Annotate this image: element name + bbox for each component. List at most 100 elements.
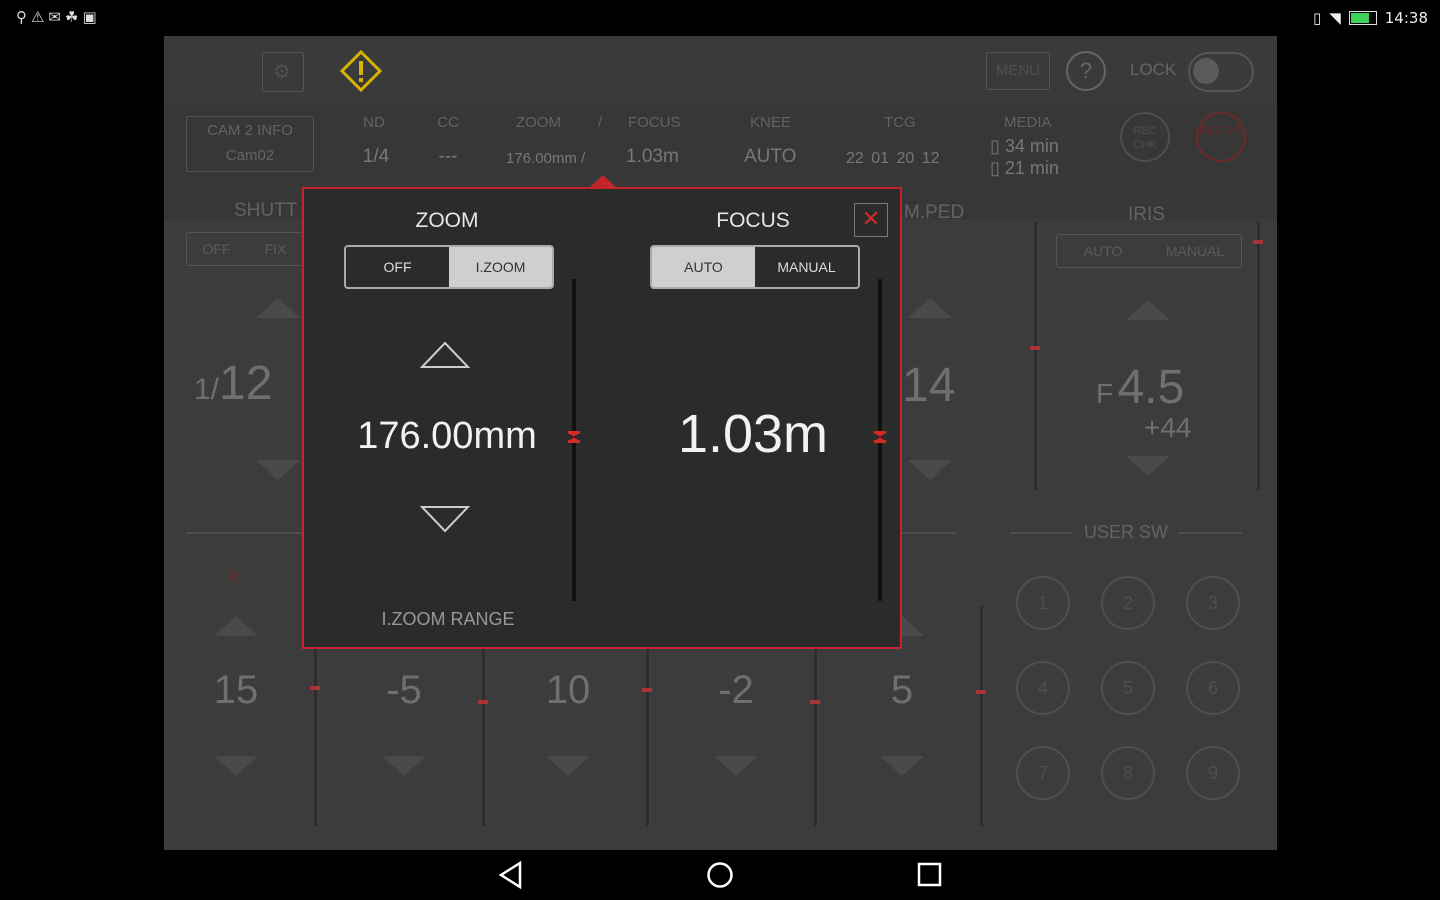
zoom-value: 176.00mm / (506, 150, 586, 167)
rec-check-button[interactable]: REC CHK (1120, 112, 1170, 162)
gain-slider[interactable] (980, 606, 983, 826)
iris-label: IRIS (1128, 204, 1165, 225)
user-sw-button-8[interactable]: 8 (1101, 746, 1155, 800)
iris-auto-option[interactable]: AUTO (1057, 235, 1149, 267)
mped-slider[interactable] (1034, 222, 1037, 490)
media-a: ▯ 34 min (990, 136, 1059, 156)
gain-down-arrow[interactable] (880, 756, 924, 776)
slash-label: / (598, 114, 603, 131)
focus-value: 1.03m (626, 146, 679, 167)
zoom-focus-dialog: ZOOM OFF I.ZOOM 176.00mm I.ZOOM RANGE FO… (302, 187, 902, 649)
gain-slider-thumb[interactable] (642, 688, 652, 692)
nd-label: ND (363, 114, 385, 131)
user-sw-button-2[interactable]: 2 (1101, 576, 1155, 630)
user-sw-button-6[interactable]: 6 (1186, 661, 1240, 715)
iris-slider-thumb[interactable] (1253, 240, 1263, 244)
media-b: ▯ 21 min (990, 158, 1059, 178)
gain-down-arrow[interactable] (382, 756, 426, 776)
vibrate-icon: ▯ (1312, 9, 1322, 27)
shutter-down-arrow[interactable] (256, 460, 300, 480)
user-sw-label: USER SW (1084, 522, 1169, 542)
gain-up-arrow[interactable] (214, 616, 258, 636)
iris-slider[interactable] (1257, 222, 1260, 490)
home-nav-button[interactable] (706, 861, 734, 889)
gain-slider-thumb[interactable] (810, 700, 820, 704)
media-label: MEDIA (1004, 114, 1052, 131)
close-button[interactable]: ✕ (854, 203, 888, 237)
user-sw-button-9[interactable]: 9 (1186, 746, 1240, 800)
cc-label: CC (437, 114, 459, 131)
knee-label: KNEE (750, 114, 791, 131)
cc-value: --- (438, 146, 458, 167)
focus-mode-toggle[interactable]: AUTO MANUAL (650, 245, 860, 289)
zoom-up-arrow[interactable] (420, 341, 470, 369)
recents-nav-button[interactable] (917, 862, 943, 888)
warning-icon[interactable] (340, 50, 382, 92)
divider (902, 532, 956, 534)
lock-label: LOCK (1130, 60, 1177, 79)
user-sw-button-3[interactable]: 3 (1186, 576, 1240, 630)
divider (1010, 532, 1072, 534)
mped-down-arrow[interactable] (908, 460, 952, 480)
zoom-off-option[interactable]: OFF (346, 247, 449, 287)
gain-slider-thumb[interactable] (976, 690, 986, 694)
focus-label: FOCUS (628, 114, 681, 131)
help-button[interactable]: ? (1066, 51, 1106, 91)
iris-up-arrow[interactable] (1126, 300, 1170, 320)
zoom-value: 176.00mm (357, 415, 537, 457)
menu-button[interactable]: MENU (986, 52, 1050, 90)
knee-value: AUTO (744, 146, 797, 167)
focus-title: FOCUS (716, 209, 790, 232)
shutter-fix-option[interactable]: FIX (246, 233, 305, 265)
izoom-option[interactable]: I.ZOOM (449, 247, 552, 287)
gain-slider-thumb[interactable] (310, 686, 320, 690)
zoom-label: ZOOM (516, 114, 561, 131)
nd-value: 1/4 (362, 146, 390, 167)
iris-down-arrow[interactable] (1126, 456, 1170, 476)
r-label: R (228, 568, 239, 585)
rec-start-stop-button[interactable]: REC S/S (1196, 112, 1246, 162)
mped-value: 14 (902, 359, 956, 412)
shutter-up-arrow[interactable] (256, 298, 300, 318)
user-sw-button-7[interactable]: 7 (1016, 746, 1070, 800)
user-sw-button-1[interactable]: 1 (1016, 576, 1070, 630)
user-sw-button-4[interactable]: 4 (1016, 661, 1070, 715)
clock: 14:38 (1384, 9, 1428, 27)
shutter-value: 1/12 (194, 357, 273, 410)
zoom-mode-toggle[interactable]: OFF I.ZOOM (344, 245, 554, 289)
gain-value: 10 (545, 668, 591, 712)
cam-name: Cam02 (225, 147, 275, 164)
zoom-slider-thumb[interactable] (568, 431, 580, 443)
wifi-icon: ◥ (1329, 9, 1341, 27)
zoom-down-arrow[interactable] (420, 505, 470, 533)
gain-value: 15 (213, 668, 259, 712)
settings-button[interactable]: ⚙ (262, 52, 304, 92)
iris-manual-option[interactable]: MANUAL (1149, 235, 1241, 267)
gain-value: -2 (718, 668, 754, 712)
cam-info-label: CAM 2 INFO (207, 122, 293, 139)
gear-icon: ⚙ (273, 61, 291, 83)
top-bar: ⚙ MENU ? LOCK (164, 36, 1277, 104)
user-sw-button-5[interactable]: 5 (1101, 661, 1155, 715)
cam-info-button[interactable]: CAM 2 INFO Cam02 (186, 116, 314, 172)
focus-auto-option[interactable]: AUTO (652, 247, 755, 287)
zoom-title: ZOOM (415, 209, 479, 232)
iris-mode-toggle[interactable]: AUTO MANUAL (1056, 234, 1242, 268)
divider (186, 532, 306, 534)
gain-slider-thumb[interactable] (478, 700, 488, 704)
gain-down-arrow[interactable] (546, 756, 590, 776)
back-nav-button[interactable] (498, 860, 524, 890)
gain-down-arrow[interactable] (714, 756, 758, 776)
shutter-off-option[interactable]: OFF (187, 233, 246, 265)
focus-manual-option[interactable]: MANUAL (755, 247, 858, 287)
gain-down-arrow[interactable] (214, 756, 258, 776)
lock-toggle[interactable] (1188, 52, 1254, 92)
focus-slider-thumb[interactable] (874, 431, 886, 443)
izoom-range-label: I.ZOOM RANGE (381, 609, 515, 629)
mped-label: M.PED (904, 202, 965, 223)
tcg-value: 22 01 20 12 (846, 150, 940, 167)
mped-slider-thumb[interactable] (1030, 346, 1040, 350)
mped-up-arrow[interactable] (908, 298, 952, 318)
status-right: ▯ ◥ 14:38 (1313, 9, 1428, 27)
shutter-mode-toggle[interactable]: OFF FIX (186, 232, 306, 266)
